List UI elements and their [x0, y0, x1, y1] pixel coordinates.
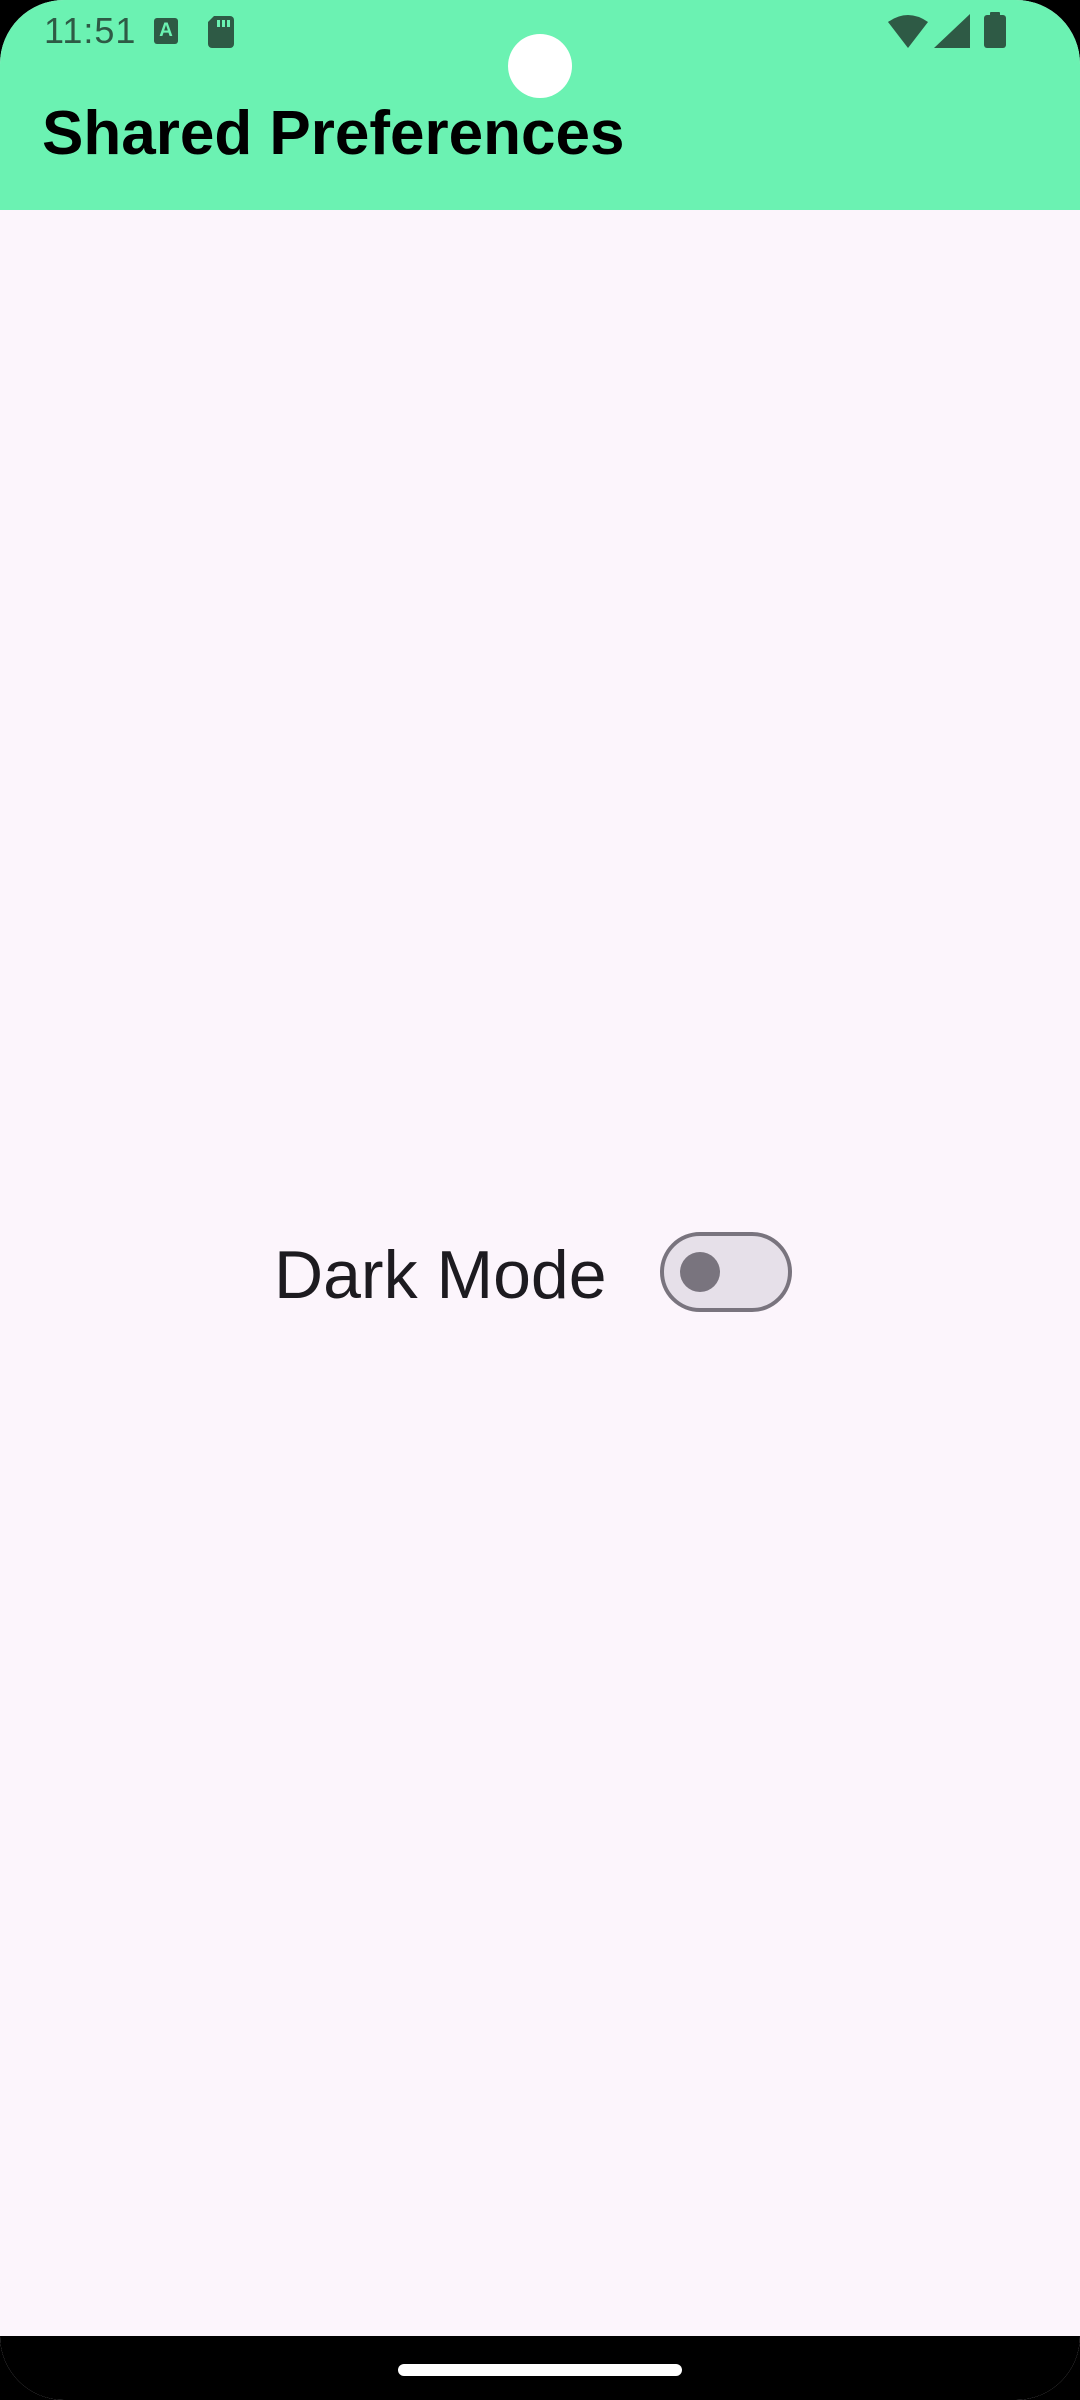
a-notification-icon: A [154, 18, 178, 44]
phone-screen: 11:51 A Shared Preferences Dark Mode [0, 0, 1080, 2400]
status-time: 11:51 [44, 10, 137, 51]
wifi-icon [888, 14, 928, 53]
dark-mode-switch[interactable] [660, 1232, 792, 1312]
signal-icon [934, 14, 970, 53]
dark-mode-label: Dark Mode [274, 1237, 607, 1313]
home-gesture-handle[interactable] [398, 2364, 682, 2376]
camera-cutout [508, 34, 572, 98]
app-bar: 11:51 A Shared Preferences [0, 0, 1080, 210]
page-title: Shared Preferences [42, 99, 625, 168]
battery-icon [984, 12, 1006, 53]
dark-mode-setting-row: Dark Mode [0, 1232, 1080, 1316]
status-bar: 11:51 A [0, 0, 1080, 98]
navigation-bar [0, 2336, 1080, 2400]
sd-card-icon [208, 16, 234, 53]
switch-thumb [680, 1252, 720, 1292]
